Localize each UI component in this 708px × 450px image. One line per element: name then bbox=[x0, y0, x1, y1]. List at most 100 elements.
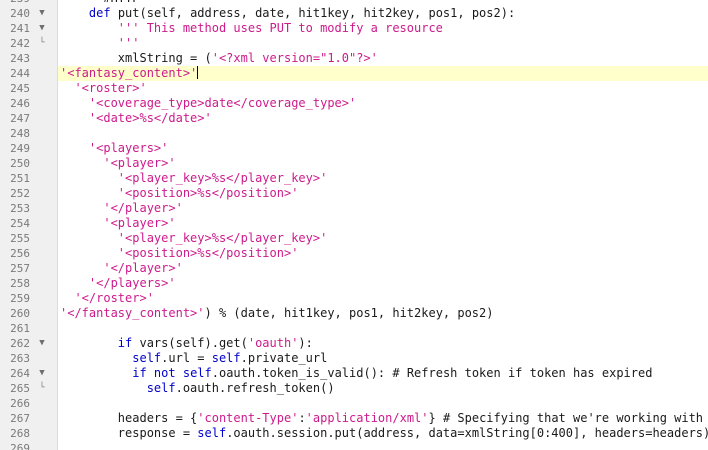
string-token: '</players>' bbox=[88, 276, 176, 290]
code-text-area[interactable] bbox=[58, 441, 708, 450]
code-text-area[interactable]: self.url = self.private_url bbox=[58, 351, 708, 366]
code-text: '<player>' bbox=[60, 216, 175, 231]
code-text: if vars(self).get('oauth'): bbox=[60, 336, 313, 351]
line-number: 243 bbox=[10, 52, 30, 65]
line-number: 242 bbox=[10, 37, 30, 50]
code-line[interactable]: 260 '</fantasy_content>') % (date, hit1ke… bbox=[0, 306, 708, 321]
code-text-area[interactable]: '<player_key>%s</player_key>' bbox=[58, 231, 708, 246]
code-line[interactable]: 265 └ self.oauth.refresh_token() bbox=[0, 381, 708, 396]
code-line[interactable]: 246 '<coverage_type>date</coverage_type>… bbox=[0, 96, 708, 111]
code-text-area[interactable]: '<players>' bbox=[58, 141, 708, 156]
code-token: : bbox=[298, 411, 306, 425]
code-line[interactable]: 255 '<player_key>%s</player_key>' bbox=[0, 231, 708, 246]
code-line[interactable]: 268 response = self.oauth.session.put(ad… bbox=[0, 426, 708, 441]
code-line[interactable]: 240 ▼ def put(self, address, date, hit1ke… bbox=[0, 6, 708, 21]
code-text-area[interactable]: '</fantasy_content>') % (date, hit1key, … bbox=[58, 306, 708, 321]
code-text: '</players>' bbox=[60, 276, 176, 291]
code-text: headers = {'content-Type':'application/x… bbox=[60, 411, 708, 426]
code-text: '<position>%s</position>' bbox=[60, 246, 299, 261]
fold-toggle-icon[interactable]: ▼ bbox=[36, 336, 48, 351]
code-line[interactable]: 266 bbox=[0, 396, 708, 411]
string-token: 'content-Type' bbox=[197, 411, 299, 425]
fold-end-icon[interactable]: └ bbox=[36, 36, 48, 51]
code-text-area[interactable]: '</roster>' bbox=[58, 291, 708, 306]
code-line[interactable]: 251 '<player_key>%s</player_key>' bbox=[0, 171, 708, 186]
line-number: 246 bbox=[10, 97, 30, 110]
code-line[interactable]: 257 '</player>' bbox=[0, 261, 708, 276]
line-number: 261 bbox=[10, 322, 30, 335]
code-text-area[interactable]: '<player>' bbox=[58, 216, 708, 231]
code-text: '<player_key>%s</player_key>' bbox=[60, 231, 328, 246]
code-line[interactable]: 254 '<player>' bbox=[0, 216, 708, 231]
code-text-area[interactable]: self.oauth.refresh_token() bbox=[58, 381, 708, 396]
code-line[interactable]: 241 ▼ ''' This method uses PUT to modify … bbox=[0, 21, 708, 36]
code-text-area[interactable]: '<date>%s</date>' bbox=[58, 111, 708, 126]
code-text-area[interactable]: '<player>' bbox=[58, 156, 708, 171]
code-line[interactable]: 261 bbox=[0, 321, 708, 336]
code-text-area[interactable]: '<position>%s</position>' bbox=[58, 186, 708, 201]
code-text-area[interactable]: '<coverage_type>date</coverage_type>' bbox=[58, 96, 708, 111]
string-token: '</fantasy_content>' bbox=[60, 306, 205, 320]
code-token: self bbox=[211, 351, 241, 365]
code-line[interactable]: 247 '<date>%s</date>' bbox=[0, 111, 708, 126]
fold-end-icon[interactable]: └ bbox=[36, 381, 48, 396]
keyword-token: def bbox=[88, 6, 111, 20]
text-cursor bbox=[197, 66, 199, 79]
code-token: .oauth.refresh_token() bbox=[175, 381, 335, 395]
code-text-area[interactable]: response = self.oauth.session.put(addres… bbox=[58, 426, 708, 441]
code-line[interactable]: 256 '<position>%s</position>' bbox=[0, 246, 708, 261]
code-text-area[interactable]: ''' bbox=[58, 36, 708, 51]
line-number: 250 bbox=[10, 157, 30, 170]
code-text-area[interactable]: '<position>%s</position>' bbox=[58, 246, 708, 261]
code-text-area[interactable]: '<fantasy_content>' bbox=[58, 66, 708, 81]
code-text-area[interactable]: headers = {'content-Type':'application/x… bbox=[58, 411, 708, 426]
code-text: '<player_key>%s</player_key>' bbox=[60, 171, 328, 186]
string-token: '<?xml version="1.0"?>' bbox=[211, 51, 378, 65]
code-text-area[interactable]: '<player_key>%s</player_key>' bbox=[58, 171, 708, 186]
fold-toggle-icon[interactable]: ▼ bbox=[36, 6, 48, 21]
code-line[interactable]: 243 xmlString = ('<?xml version="1.0"?>' bbox=[0, 51, 708, 66]
code-text-area[interactable]: def put(self, address, date, hit1key, hi… bbox=[58, 6, 708, 21]
code-text-area[interactable]: '</player>' bbox=[58, 261, 708, 276]
code-line[interactable]: 249 '<players>' bbox=[0, 141, 708, 156]
fold-toggle-icon[interactable]: ▼ bbox=[36, 21, 48, 36]
code-text-area[interactable] bbox=[58, 321, 708, 336]
code-text-area[interactable]: if not self.oauth.token_is_valid(): # Re… bbox=[58, 366, 708, 381]
code-text: self.oauth.refresh_token() bbox=[60, 381, 335, 396]
code-line[interactable]: 248 bbox=[0, 126, 708, 141]
code-line[interactable]: 245 '<roster>' bbox=[0, 81, 708, 96]
code-text-area[interactable]: ''' This method uses PUT to modify a res… bbox=[58, 21, 708, 36]
code-text-area[interactable]: xmlString = ('<?xml version="1.0"?>' bbox=[58, 51, 708, 66]
code-line[interactable]: 242 └ ''' bbox=[0, 36, 708, 51]
code-line[interactable]: 253 '</player>' bbox=[0, 201, 708, 216]
code-editor[interactable]: 239 #HTTP240▼ def put(self, address, dat… bbox=[0, 0, 708, 450]
code-text-area[interactable]: '</players>' bbox=[58, 276, 708, 291]
code-line[interactable]: 269 bbox=[0, 441, 708, 450]
string-token: '</player>' bbox=[103, 261, 183, 275]
code-line[interactable]: 259 '</roster>' bbox=[0, 291, 708, 306]
code-line[interactable]: 244 '<fantasy_content>' bbox=[0, 66, 708, 81]
code-line[interactable]: 250 '<player>' bbox=[0, 156, 708, 171]
code-text-area[interactable] bbox=[58, 396, 708, 411]
string-token: '</player>' bbox=[103, 201, 183, 215]
code-text-area[interactable]: '<roster>' bbox=[58, 81, 708, 96]
code-line[interactable]: 262 ▼ if vars(self).get('oauth'): bbox=[0, 336, 708, 351]
code-line[interactable]: 267 headers = {'content-Type':'applicati… bbox=[0, 411, 708, 426]
code-line[interactable]: 252 '<position>%s</position>' bbox=[0, 186, 708, 201]
code-line[interactable]: 263 self.url = self.private_url bbox=[0, 351, 708, 366]
code-line[interactable]: 258 '</players>' bbox=[0, 276, 708, 291]
line-number: 266 bbox=[10, 397, 30, 410]
line-number: 241 bbox=[10, 22, 30, 35]
code-text: '<date>%s</date>' bbox=[60, 111, 212, 126]
code-text-area[interactable] bbox=[58, 126, 708, 141]
code-line[interactable]: 264 ▼ if not self.oauth.token_is_valid():… bbox=[0, 366, 708, 381]
code-text-area[interactable]: '</player>' bbox=[58, 201, 708, 216]
code-text-area[interactable]: if vars(self).get('oauth'): bbox=[58, 336, 708, 351]
fold-toggle-icon[interactable]: ▼ bbox=[36, 366, 48, 381]
